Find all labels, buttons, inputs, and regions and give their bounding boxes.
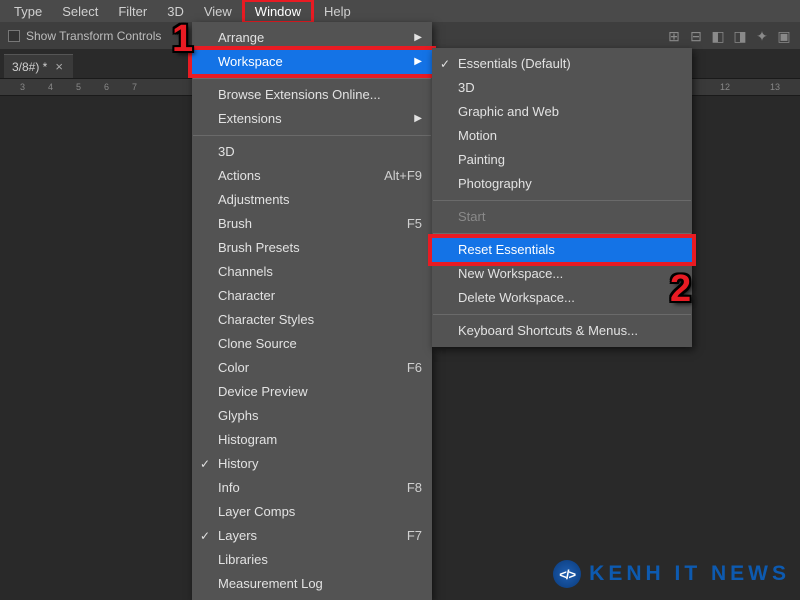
menu-item-workspace[interactable]: Workspace ▶ (192, 50, 432, 74)
menu-separator (433, 200, 691, 201)
menu-item-character-styles[interactable]: Character Styles (192, 308, 432, 332)
submenu-arrow-icon: ▶ (414, 53, 422, 71)
window-menu-dropdown: Arrange ▶ Workspace ▶ Browse Extensions … (192, 22, 432, 600)
gear-icon[interactable]: ✦ (754, 28, 770, 44)
menu-item-libraries[interactable]: Libraries (192, 548, 432, 572)
menu-item-device-preview[interactable]: Device Preview (192, 380, 432, 404)
workspace-item-keyboard-shortcuts[interactable]: Keyboard Shortcuts & Menus... (432, 319, 692, 343)
menu-item-color[interactable]: ColorF6 (192, 356, 432, 380)
workspace-item-painting[interactable]: Painting (432, 148, 692, 172)
menu-item-layer-comps[interactable]: Layer Comps (192, 500, 432, 524)
watermark-logo-icon: </> (553, 560, 581, 588)
align-icon[interactable]: ⊟ (688, 28, 704, 44)
callout-1: 1 (172, 18, 193, 61)
submenu-arrow-icon: ▶ (414, 29, 422, 47)
menu-item-actions[interactable]: ActionsAlt+F9 (192, 164, 432, 188)
document-tab[interactable]: 3/8#) * × (4, 54, 73, 78)
menu-item-adjustments[interactable]: Adjustments (192, 188, 432, 212)
menu-window[interactable]: Window (242, 0, 314, 24)
workspace-item-reset-essentials[interactable]: Reset Essentials (432, 238, 692, 262)
watermark: </> KENH IT NEWS (553, 560, 790, 588)
menu-item-brush-presets[interactable]: Brush Presets (192, 236, 432, 260)
menu-item-histogram[interactable]: Histogram (192, 428, 432, 452)
menu-item-layers[interactable]: LayersF7 (192, 524, 432, 548)
menu-bar: Type Select Filter 3D View Window Help (0, 0, 800, 22)
mode-icon[interactable]: ◨ (732, 28, 748, 44)
menu-filter[interactable]: Filter (108, 2, 157, 21)
watermark-text: KENH IT NEWS (589, 562, 790, 586)
menu-separator (193, 78, 431, 79)
menu-help[interactable]: Help (314, 2, 361, 21)
menu-select[interactable]: Select (52, 2, 108, 21)
workspace-item-3d[interactable]: 3D (432, 76, 692, 100)
close-icon[interactable]: × (55, 59, 63, 74)
menu-item-browse-extensions[interactable]: Browse Extensions Online... (192, 83, 432, 107)
document-tab-label: 3/8#) * (12, 60, 47, 74)
menu-type[interactable]: Type (4, 2, 52, 21)
workspace-submenu-dropdown: Essentials (Default) 3D Graphic and Web … (432, 48, 692, 347)
workspace-item-start: Start (432, 205, 692, 229)
menu-item-channels[interactable]: Channels (192, 260, 432, 284)
align-icon[interactable]: ⊞ (666, 28, 682, 44)
menu-item-history[interactable]: History (192, 452, 432, 476)
workspace-item-essentials[interactable]: Essentials (Default) (432, 52, 692, 76)
menu-view[interactable]: View (194, 2, 242, 21)
menu-item-info[interactable]: InfoF8 (192, 476, 432, 500)
menu-item-character[interactable]: Character (192, 284, 432, 308)
checkbox-label: Show Transform Controls (26, 29, 161, 43)
menu-item-measurement-log[interactable]: Measurement Log (192, 572, 432, 596)
checkbox-icon (8, 30, 20, 42)
menu-item-clone-source[interactable]: Clone Source (192, 332, 432, 356)
show-transform-controls-checkbox[interactable]: Show Transform Controls (8, 29, 161, 43)
menu-separator (193, 135, 431, 136)
workspace-item-motion[interactable]: Motion (432, 124, 692, 148)
workspace-item-delete-workspace[interactable]: Delete Workspace... (432, 286, 692, 310)
3d-icon[interactable]: ◧ (710, 28, 726, 44)
callout-2: 2 (670, 268, 691, 311)
menu-item-extensions[interactable]: Extensions ▶ (192, 107, 432, 131)
menu-separator (433, 314, 691, 315)
menu-item-3d[interactable]: 3D (192, 140, 432, 164)
submenu-arrow-icon: ▶ (414, 110, 422, 128)
workspace-item-photography[interactable]: Photography (432, 172, 692, 196)
menu-item-brush[interactable]: BrushF5 (192, 212, 432, 236)
options-tool-icons: ⊞ ⊟ ◧ ◨ ✦ ▣ (666, 28, 792, 44)
menu-item-glyphs[interactable]: Glyphs (192, 404, 432, 428)
camera-icon[interactable]: ▣ (776, 28, 792, 44)
workspace-item-graphic-web[interactable]: Graphic and Web (432, 100, 692, 124)
